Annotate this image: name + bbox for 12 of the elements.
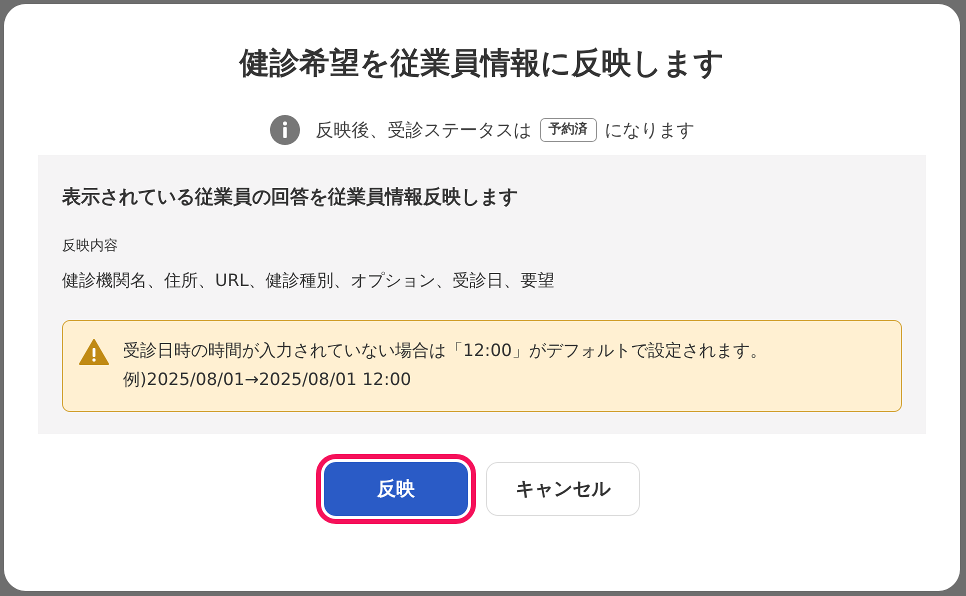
field-value: 健診機関名、住所、URL、健診種別、オプション、受診日、要望 [62, 270, 556, 292]
panel-heading: 表示されている従業員の回答を従業員情報反映します [62, 185, 519, 210]
notice-text: 反映後、受診ステータスは [316, 118, 532, 142]
field-label: 反映内容 [62, 236, 119, 256]
cancel-button[interactable]: キャンセル [486, 462, 640, 516]
status-badge: 予約済 [540, 118, 596, 142]
dialog-title: 健診希望を従業員情報に反映します [240, 46, 724, 82]
apply-button[interactable]: 反映 [324, 462, 468, 516]
info-icon [270, 115, 300, 145]
warning-icon [79, 339, 109, 365]
warning-text: 受診日時の時間が入力されていない場合は「12:00」がデフォルトで設定されます。例)2025/08/01→2025/08/01 12:00 [123, 340, 768, 392]
notice-text: になります [604, 118, 694, 142]
